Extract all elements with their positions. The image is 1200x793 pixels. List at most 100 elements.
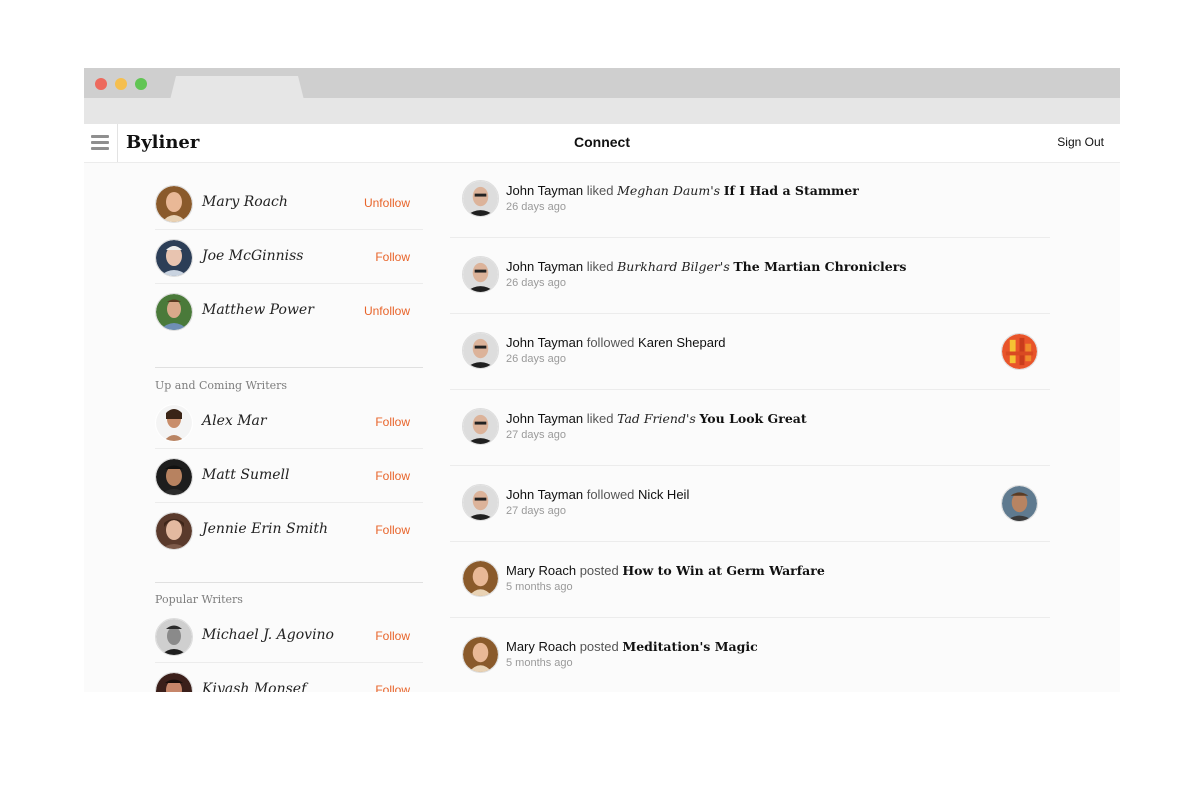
writer-row: Michael J. Agovino Follow bbox=[155, 609, 423, 663]
browser-tab[interactable] bbox=[170, 76, 304, 100]
avatar[interactable] bbox=[462, 256, 499, 293]
section-title: Popular Writers bbox=[155, 593, 243, 606]
browser-chrome bbox=[84, 68, 1120, 124]
timestamp: 26 days ago bbox=[506, 201, 566, 213]
sign-out-link[interactable]: Sign Out bbox=[1057, 135, 1104, 149]
feed-text: John Tayman liked Tad Friend's You Look … bbox=[506, 411, 807, 426]
follow-button[interactable]: Follow bbox=[375, 250, 410, 264]
story-title-link[interactable]: You Look Great bbox=[699, 411, 806, 426]
feed-text: John Tayman liked Meghan Daum's If I Had… bbox=[506, 183, 859, 198]
actor-link[interactable]: Mary Roach bbox=[506, 639, 576, 654]
follow-button[interactable]: Follow bbox=[375, 415, 410, 429]
activity-feed: John Tayman liked Meghan Daum's If I Had… bbox=[450, 162, 1050, 692]
story-title-link[interactable]: If I Had a Stammer bbox=[724, 183, 859, 198]
timestamp: 5 months ago bbox=[506, 657, 573, 669]
feed-item: John Tayman liked Tad Friend's You Look … bbox=[450, 390, 1050, 466]
writer-name[interactable]: Joe McGinniss bbox=[202, 248, 304, 264]
timestamp: 26 days ago bbox=[506, 277, 566, 289]
writer-row: Jennie Erin Smith Follow bbox=[155, 503, 423, 556]
follow-button[interactable]: Follow bbox=[375, 683, 410, 692]
avatar[interactable] bbox=[155, 404, 193, 442]
byliner-logo[interactable]: Byliner bbox=[126, 132, 199, 153]
avatar[interactable] bbox=[462, 560, 499, 597]
writer-thumbnail[interactable] bbox=[1001, 333, 1038, 370]
timestamp: 26 days ago bbox=[506, 353, 566, 365]
page-title: Connect bbox=[574, 134, 630, 150]
feed-text: John Tayman followed Karen Shepard bbox=[506, 335, 726, 350]
avatar[interactable] bbox=[462, 180, 499, 217]
writer-name[interactable]: Mary Roach bbox=[202, 194, 288, 210]
writer-thumbnail[interactable] bbox=[1001, 485, 1038, 522]
hamburger-menu-icon[interactable] bbox=[91, 135, 109, 150]
avatar[interactable] bbox=[155, 239, 193, 277]
feed-item: Mary Roach posted How to Win at Germ War… bbox=[450, 542, 1050, 618]
writer-name[interactable]: Matthew Power bbox=[202, 302, 314, 318]
followed-writer-link[interactable]: Nick Heil bbox=[638, 487, 689, 502]
story-title-link[interactable]: Meditation's Magic bbox=[622, 639, 757, 654]
feed-item: John Tayman followed Karen Shepard 26 da… bbox=[450, 314, 1050, 390]
header-divider bbox=[117, 124, 118, 162]
avatar[interactable] bbox=[462, 484, 499, 521]
feed-item: John Tayman liked Meghan Daum's If I Had… bbox=[450, 162, 1050, 238]
avatar[interactable] bbox=[462, 332, 499, 369]
feed-verb: liked bbox=[586, 183, 614, 198]
avatar[interactable] bbox=[155, 293, 193, 331]
avatar[interactable] bbox=[155, 458, 193, 496]
avatar[interactable] bbox=[155, 512, 193, 550]
feed-verb: followed bbox=[586, 335, 635, 350]
follow-button[interactable]: Follow bbox=[375, 469, 410, 483]
writer-row: Matthew Power Unfollow bbox=[155, 284, 423, 337]
unfollow-button[interactable]: Unfollow bbox=[364, 196, 410, 210]
timestamp: 5 months ago bbox=[506, 581, 573, 593]
writer-name[interactable]: Alex Mar bbox=[202, 413, 267, 429]
writer-name[interactable]: Kiyash Monsef bbox=[202, 681, 306, 692]
unfollow-button[interactable]: Unfollow bbox=[364, 304, 410, 318]
story-title-link[interactable]: How to Win at Germ Warfare bbox=[622, 563, 824, 578]
feed-verb: liked bbox=[586, 259, 614, 274]
feed-item: John Tayman liked Burkhard Bilger's The … bbox=[450, 238, 1050, 314]
browser-window: Byliner Connect Sign Out Mary Roach Unfo… bbox=[84, 68, 1120, 692]
feed-verb: posted bbox=[579, 563, 619, 578]
minimize-window-button[interactable] bbox=[115, 78, 127, 90]
feed-text: John Tayman liked Burkhard Bilger's The … bbox=[506, 259, 906, 274]
writer-name[interactable]: Michael J. Agovino bbox=[202, 627, 334, 643]
avatar[interactable] bbox=[462, 408, 499, 445]
writer-name[interactable]: Matt Sumell bbox=[202, 467, 290, 483]
avatar[interactable] bbox=[155, 618, 193, 656]
section-title: Up and Coming Writers bbox=[155, 379, 288, 392]
writer-row: Alex Mar Follow bbox=[155, 395, 423, 449]
avatar[interactable] bbox=[462, 636, 499, 673]
writer-row: Kiyash Monsef Follow bbox=[155, 663, 423, 692]
follow-button[interactable]: Follow bbox=[375, 629, 410, 643]
feed-text: Mary Roach posted How to Win at Germ War… bbox=[506, 563, 825, 578]
feed-item: John Tayman followed Nick Heil 27 days a… bbox=[450, 466, 1050, 542]
followed-writer-link[interactable]: Karen Shepard bbox=[638, 335, 725, 350]
actor-link[interactable]: John Tayman bbox=[506, 183, 583, 198]
maximize-window-button[interactable] bbox=[135, 78, 147, 90]
actor-link[interactable]: John Tayman bbox=[506, 259, 583, 274]
avatar[interactable] bbox=[155, 185, 193, 223]
story-author[interactable]: Tad Friend's bbox=[617, 411, 696, 426]
follow-button[interactable]: Follow bbox=[375, 523, 410, 537]
story-title-link[interactable]: The Martian Chroniclers bbox=[733, 259, 906, 274]
story-author[interactable]: Meghan Daum's bbox=[617, 183, 720, 198]
feed-text: Mary Roach posted Meditation's Magic bbox=[506, 639, 758, 654]
actor-link[interactable]: John Tayman bbox=[506, 411, 583, 426]
writer-name[interactable]: Jennie Erin Smith bbox=[202, 521, 328, 537]
close-window-button[interactable] bbox=[95, 78, 107, 90]
actor-link[interactable]: John Tayman bbox=[506, 335, 583, 350]
writer-row: Matt Sumell Follow bbox=[155, 449, 423, 503]
feed-text: John Tayman followed Nick Heil bbox=[506, 487, 689, 502]
timestamp: 27 days ago bbox=[506, 505, 566, 517]
writer-row: Joe McGinniss Follow bbox=[155, 230, 423, 284]
actor-link[interactable]: John Tayman bbox=[506, 487, 583, 502]
writer-row: Mary Roach Unfollow bbox=[155, 176, 423, 230]
feed-verb: followed bbox=[586, 487, 635, 502]
timestamp: 27 days ago bbox=[506, 429, 566, 441]
writers-sidebar: Mary Roach Unfollow Joe McGinniss Follow… bbox=[155, 154, 423, 692]
avatar[interactable] bbox=[155, 672, 193, 692]
actor-link[interactable]: Mary Roach bbox=[506, 563, 576, 578]
story-author[interactable]: Burkhard Bilger's bbox=[617, 259, 730, 274]
feed-verb: posted bbox=[579, 639, 619, 654]
feed-verb: liked bbox=[586, 411, 614, 426]
